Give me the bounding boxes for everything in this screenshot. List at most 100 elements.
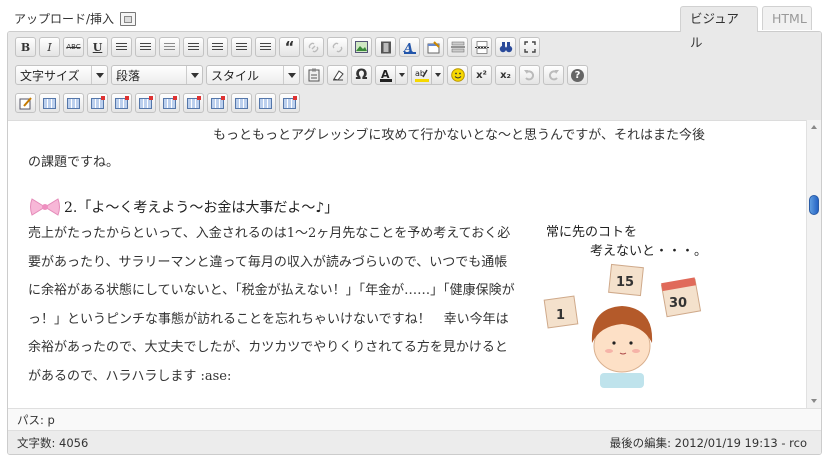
row-properties-button[interactable] [39,93,60,113]
style-select-value: スタイル [211,68,260,83]
upload-insert-label[interactable]: アップロード/挿入 [14,10,114,27]
text-color-picker[interactable]: A [375,65,408,85]
editor-content[interactable]: もっともっとアグレッシブに攻めて行かないとな〜と思うんですが、それはまた今後の課… [8,120,805,408]
text-color-button[interactable]: A [375,65,396,85]
merge-cells-button[interactable] [255,93,276,113]
add-media-icon[interactable] [120,11,137,26]
strikethrough-button[interactable]: ABC [63,37,84,57]
align-left-button[interactable] [207,37,228,57]
numbered-list-button[interactable] [135,37,156,57]
insert-col-after-button[interactable] [183,93,204,113]
insert-table-button[interactable] [15,93,36,113]
help-icon: ? [571,68,584,82]
indent-icon [188,42,199,52]
cell-properties-icon [67,97,80,109]
unlink-button[interactable] [327,37,348,57]
thinking-person [591,306,653,388]
page-break-icon [474,40,489,54]
outdent-icon [164,42,175,52]
insert-media-button[interactable] [375,37,396,57]
delete-col-button[interactable] [207,93,228,113]
insert-col-before-button[interactable] [159,93,180,113]
scroll-down-arrow[interactable] [807,394,821,408]
bold-button[interactable]: B [15,37,36,57]
emoticon-button[interactable] [447,65,468,85]
insert-row-after-icon [115,97,128,109]
paste-as-text-button[interactable] [303,65,324,85]
image-icon [355,41,368,53]
undo-button[interactable] [519,65,540,85]
align-center-button[interactable] [231,37,252,57]
delete-row-icon [139,97,152,109]
blockquote-button[interactable]: “ [279,37,300,57]
scroll-thumb[interactable] [809,195,819,215]
section-heading-text: 2.「よ〜く考えよう〜お金は大事だよ〜♪」 [64,200,339,216]
italic-button[interactable]: I [39,37,60,57]
element-path[interactable]: パス: p [17,413,55,427]
table-edit-icon [19,96,32,109]
illustration-caption-2: 考えないと・・・。 [590,244,707,259]
chevron-down-icon[interactable] [396,65,408,85]
edit-css-button[interactable] [423,37,444,57]
find-replace-button[interactable] [495,37,516,57]
split-cells-icon [235,97,248,109]
scroll-up-arrow[interactable] [807,120,821,134]
delete-table-button[interactable] [279,93,300,113]
font-size-select[interactable]: 文字サイズ [15,65,108,85]
highlight-color-picker[interactable]: ab [411,65,444,85]
illustration-image[interactable]: 常に先のコトを 考えないと・・・。 1 15 30 [538,218,708,388]
superscript-icon: x² [476,69,487,81]
illustration-caption-1: 常に先のコトを [546,225,637,240]
calendar-card-3: 30 [660,277,702,318]
numbered-list-icon [140,42,151,52]
element-path-bar: パス: p [8,408,821,430]
insert-row-before-button[interactable] [87,93,108,113]
chevron-down-icon [91,66,107,84]
style-select[interactable]: スタイル [206,65,300,85]
format-select-value: 段落 [116,68,141,83]
delete-row-button[interactable] [135,93,156,113]
horizontal-rule-icon [450,41,465,53]
omega-icon: Ω [355,67,368,83]
film-icon [380,41,391,53]
font-style-button[interactable]: A [399,37,420,57]
redo-button[interactable] [543,65,564,85]
align-right-button[interactable] [255,37,276,57]
insert-row-after-button[interactable] [111,93,132,113]
format-select[interactable]: 段落 [111,65,203,85]
align-center-icon [236,42,247,52]
paragraph[interactable]: もっともっとアグレッシブに攻めて行かないとな〜と思うんですが、それはまた今後の課… [28,122,708,176]
help-button[interactable]: ? [567,65,588,85]
paragraph[interactable]: 売上がたったからといって、入金されるのは1〜2ヶ月先なことを予め考えておく必要が… [28,220,518,391]
unlink-icon [332,42,343,52]
split-cells-button[interactable] [231,93,252,113]
underline-button[interactable]: U [87,37,108,57]
horizontal-rule-button[interactable] [447,37,468,57]
chevron-down-icon [283,66,299,84]
page-break-button[interactable] [471,37,492,57]
insert-image-button[interactable] [351,37,372,57]
fullscreen-button[interactable] [519,37,540,57]
clear-formatting-button[interactable] [327,65,348,85]
superscript-button[interactable]: x² [471,65,492,85]
underline-label: U [92,40,103,54]
indent-button[interactable] [183,37,204,57]
subscript-button[interactable]: x₂ [495,65,516,85]
special-character-button[interactable]: Ω [351,65,372,85]
section-heading[interactable]: 2.「よ〜く考えよう〜お金は大事だよ〜♪」 [28,196,338,218]
upload-insert[interactable]: アップロード/挿入 [14,10,137,27]
ribbon-icon [30,198,60,216]
highlight-color-button[interactable]: ab [411,65,432,85]
bullet-list-button[interactable] [111,37,132,57]
cell-properties-button[interactable] [63,93,84,113]
delete-col-icon [211,97,224,109]
eraser-icon [332,70,344,81]
blockquote-icon: “ [284,38,295,56]
calendar-card-2: 15 [608,263,644,297]
insert-link-button[interactable] [303,37,324,57]
content-scrollbar[interactable] [806,120,821,408]
outdent-button[interactable] [159,37,180,57]
chevron-down-icon[interactable] [432,65,444,85]
tab-visual[interactable]: ビジュアル [680,6,758,50]
tab-html[interactable]: HTML [762,6,812,30]
